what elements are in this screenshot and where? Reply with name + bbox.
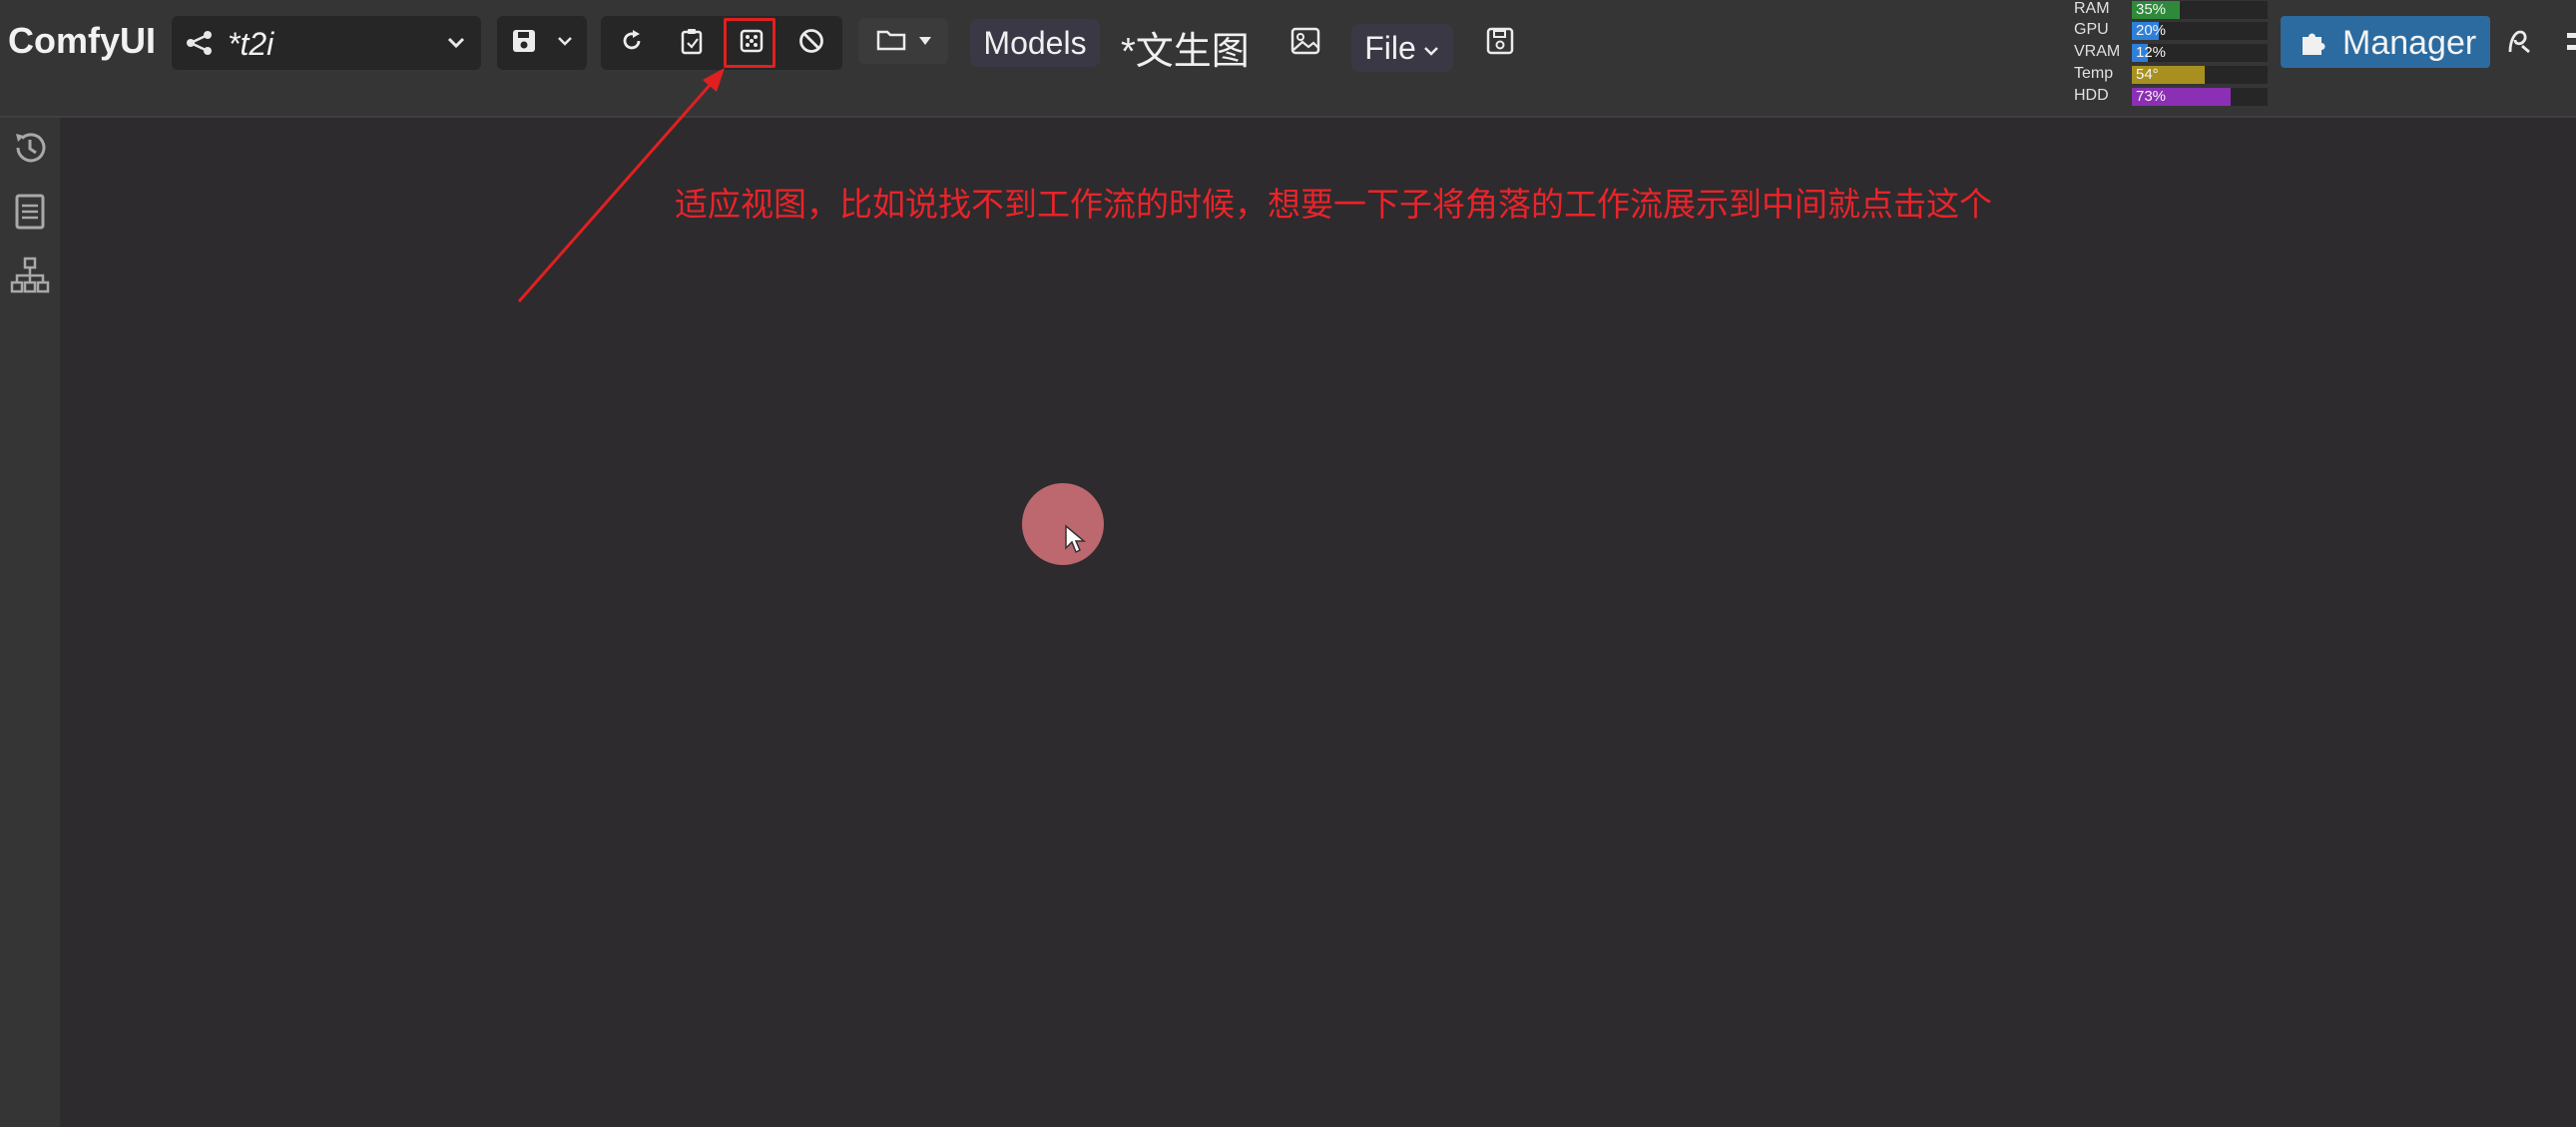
annotation-text: 适应视图，比如说找不到工作流的时候，想要一下子将角落的工作流展示到中间就点击这个 — [675, 186, 1992, 223]
mouse-cursor-icon — [1064, 524, 1087, 559]
annotation-arrow — [517, 68, 725, 302]
cursor-click-indicator — [1022, 483, 1104, 565]
